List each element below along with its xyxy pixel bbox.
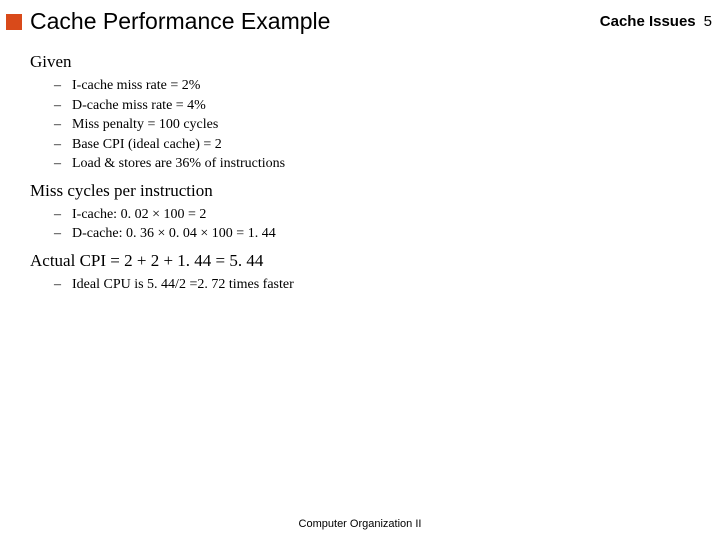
section-heading-actual: Actual CPI = 2 + 2 + 1. 44 = 5. 44 — [30, 250, 720, 273]
list-item: Base CPI (ideal cache) = 2 — [72, 135, 720, 155]
list-item: I-cache miss rate = 2% — [72, 76, 720, 96]
list-item: D-cache: 0. 36 × 0. 04 × 100 = 1. 44 — [72, 224, 720, 244]
list-item: I-cache: 0. 02 × 100 = 2 — [72, 205, 720, 225]
slide-content: Given I-cache miss rate = 2% D-cache mis… — [0, 39, 720, 295]
bullet-square-icon — [6, 14, 22, 30]
list-item: Miss penalty = 100 cycles — [72, 115, 720, 135]
slide-header: Cache Performance Example Cache Issues 5 — [0, 0, 720, 39]
section-heading-given: Given — [30, 51, 720, 74]
page-number: 5 — [704, 13, 712, 30]
actual-list: Ideal CPU is 5. 44/2 =2. 72 times faster — [30, 275, 720, 295]
miss-list: I-cache: 0. 02 × 100 = 2 D-cache: 0. 36 … — [30, 205, 720, 244]
list-item: Load & stores are 36% of instructions — [72, 154, 720, 174]
slide-title: Cache Performance Example — [30, 8, 600, 35]
section-heading-miss: Miss cycles per instruction — [30, 180, 720, 203]
list-item: Ideal CPU is 5. 44/2 =2. 72 times faster — [72, 275, 720, 295]
given-list: I-cache miss rate = 2% D-cache miss rate… — [30, 76, 720, 174]
header-right: Cache Issues 5 — [600, 13, 712, 30]
footer-text: Computer Organization II — [0, 518, 720, 530]
topic-label: Cache Issues — [600, 13, 696, 30]
list-item: D-cache miss rate = 4% — [72, 96, 720, 116]
